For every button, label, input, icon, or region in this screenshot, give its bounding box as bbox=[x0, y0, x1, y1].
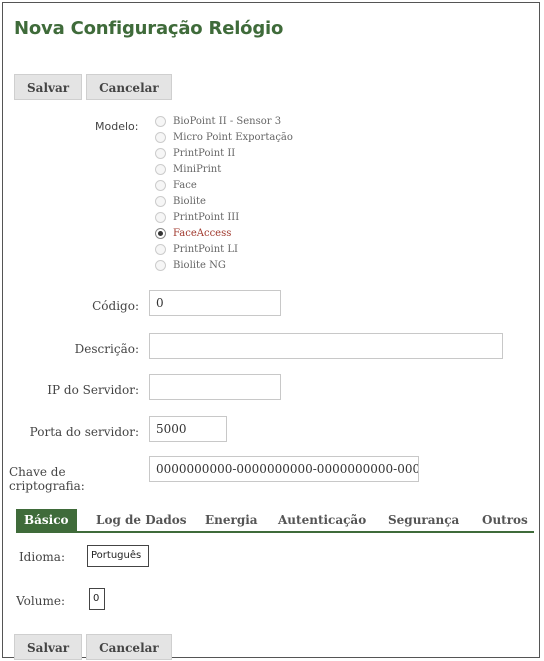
model-label: Modelo: bbox=[95, 120, 139, 133]
model-option-label: Face bbox=[173, 179, 197, 191]
model-option[interactable]: PrintPoint LI bbox=[155, 241, 293, 257]
tab-outros[interactable]: Outros bbox=[482, 509, 528, 531]
model-option-label: PrintPoint LI bbox=[173, 243, 238, 255]
radio-button[interactable] bbox=[155, 243, 166, 255]
save-button[interactable]: Salvar bbox=[14, 634, 83, 660]
model-option-selected[interactable]: FaceAccess bbox=[155, 225, 293, 241]
idioma-select[interactable]: Português bbox=[87, 545, 149, 567]
model-option-label: PrintPoint II bbox=[173, 147, 236, 159]
porta-input[interactable]: 5000 bbox=[149, 416, 227, 442]
idioma-label: Idioma: bbox=[18, 550, 65, 564]
model-option[interactable]: Micro Point Exportação bbox=[155, 129, 293, 145]
page-title: Nova Configuração Relógio bbox=[14, 18, 284, 39]
model-radio-group: BioPoint II - Sensor 3 Micro Point Expor… bbox=[155, 113, 293, 273]
descricao-input[interactable] bbox=[149, 333, 503, 359]
model-option[interactable]: MiniPrint bbox=[155, 161, 293, 177]
radio-button[interactable] bbox=[155, 211, 166, 223]
descricao-label: Descrição: bbox=[74, 342, 139, 356]
radio-button[interactable] bbox=[155, 131, 166, 143]
codigo-label: Código: bbox=[92, 299, 139, 313]
config-panel: Nova Configuração Relógio Salvar Cancelar… bbox=[2, 2, 540, 660]
model-option[interactable]: PrintPoint III bbox=[155, 209, 293, 225]
model-option-label: FaceAccess bbox=[173, 227, 232, 239]
model-option[interactable]: BioPoint II - Sensor 3 bbox=[155, 113, 293, 129]
tab-seguranca[interactable]: Segurança bbox=[388, 509, 459, 531]
codigo-input[interactable]: 0 bbox=[149, 290, 281, 316]
model-option-label: PrintPoint III bbox=[173, 211, 240, 223]
model-option-label: Biolite bbox=[173, 195, 206, 207]
radio-button[interactable] bbox=[155, 179, 166, 191]
model-option[interactable]: Biolite bbox=[155, 193, 293, 209]
volume-label: Volume: bbox=[16, 594, 65, 608]
bottom-toolbar: Salvar Cancelar bbox=[14, 634, 176, 660]
model-option-label: MiniPrint bbox=[173, 163, 222, 175]
model-option[interactable]: Face bbox=[155, 177, 293, 193]
radio-button[interactable] bbox=[155, 147, 166, 159]
volume-input[interactable]: 0 bbox=[89, 588, 105, 610]
radio-button[interactable] bbox=[155, 163, 166, 175]
model-option-label: Micro Point Exportação bbox=[173, 131, 293, 143]
model-option[interactable]: Biolite NG bbox=[155, 257, 293, 273]
tab-log-de-dados[interactable]: Log de Dados bbox=[96, 509, 187, 531]
ip-label: IP do Servidor: bbox=[47, 383, 139, 397]
ip-input[interactable] bbox=[149, 374, 281, 400]
tab-autenticacao[interactable]: Autenticação bbox=[278, 509, 366, 531]
cancel-button[interactable]: Cancelar bbox=[86, 634, 172, 660]
tab-energia[interactable]: Energia bbox=[205, 509, 258, 531]
model-option-label: Biolite NG bbox=[173, 259, 226, 271]
radio-button[interactable] bbox=[155, 259, 166, 271]
model-option[interactable]: PrintPoint II bbox=[155, 145, 293, 161]
chave-label: Chave de criptografia: bbox=[9, 465, 85, 493]
settings-tabs: Básico Log de Dados Energia Autenticação… bbox=[16, 509, 534, 533]
radio-button[interactable] bbox=[155, 115, 166, 127]
chave-input[interactable]: 0000000000-0000000000-0000000000-0000000… bbox=[149, 456, 419, 482]
model-option-label: BioPoint II - Sensor 3 bbox=[173, 115, 282, 127]
radio-button-checked[interactable] bbox=[155, 227, 166, 239]
cancel-button[interactable]: Cancelar bbox=[86, 74, 172, 100]
radio-button[interactable] bbox=[155, 195, 166, 207]
save-button[interactable]: Salvar bbox=[14, 74, 83, 100]
top-toolbar: Salvar Cancelar bbox=[14, 74, 176, 100]
tab-basico[interactable]: Básico bbox=[16, 509, 77, 531]
porta-label: Porta do servidor: bbox=[29, 425, 139, 439]
